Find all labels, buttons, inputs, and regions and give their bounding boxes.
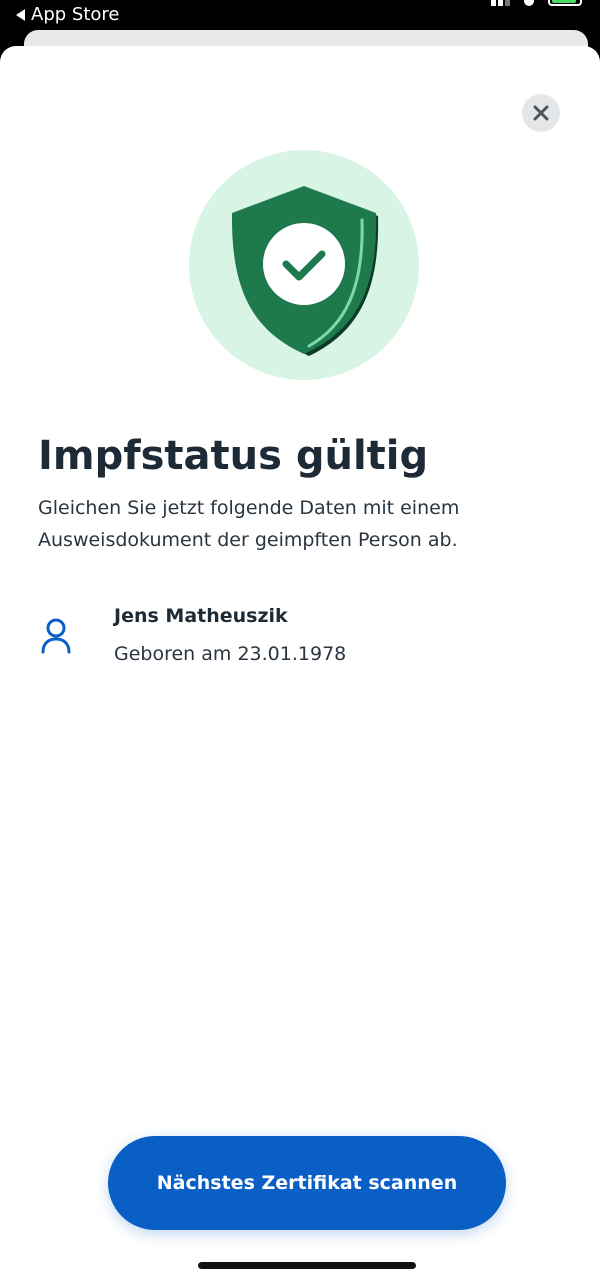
wifi-icon <box>524 0 534 6</box>
status-illustration <box>189 150 419 380</box>
close-button[interactable] <box>522 94 560 132</box>
home-indicator <box>198 1262 416 1269</box>
person-name: Jens Matheuszik <box>114 605 288 627</box>
scan-next-certificate-button[interactable]: Nächstes Zertifikat scannen <box>108 1136 506 1230</box>
back-to-app-store[interactable]: App Store <box>16 4 119 26</box>
status-icons <box>491 0 582 8</box>
person-icon <box>41 618 71 654</box>
page-title: Impfstatus gültig <box>38 433 429 479</box>
instruction-text: Gleichen Sie jetzt folgende Daten mit ei… <box>38 497 460 551</box>
close-icon <box>533 105 549 121</box>
back-app-label: App Store <box>31 4 120 25</box>
status-bar: App Store <box>0 0 600 32</box>
cellular-signal-icon <box>491 0 510 6</box>
battery-icon <box>548 0 582 6</box>
result-sheet: Impfstatus gültig Gleichen Sie jetzt fol… <box>0 46 600 1283</box>
shield-check-icon <box>231 186 379 356</box>
person-birth-date: Geboren am 23.01.1978 <box>114 643 347 665</box>
back-arrow-icon <box>16 9 25 21</box>
